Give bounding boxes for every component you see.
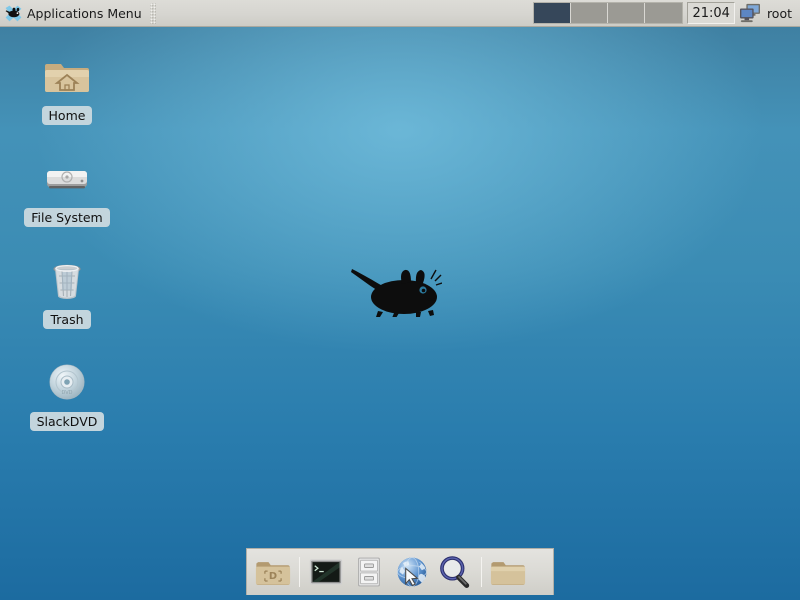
magnifier-search-icon bbox=[440, 556, 470, 588]
globe-browser-icon bbox=[397, 557, 427, 587]
desktop-icon-label: SlackDVD bbox=[29, 412, 105, 431]
xfce-mouse-wallpaper-logo bbox=[351, 269, 442, 317]
workspace-2[interactable] bbox=[571, 3, 609, 23]
dock-item-folder[interactable] bbox=[488, 552, 528, 592]
dock-item-web-browser[interactable] bbox=[392, 552, 432, 592]
dock-separator-icon bbox=[299, 557, 300, 587]
dock-item-terminal[interactable] bbox=[306, 552, 346, 592]
desktop-icon-label: Trash bbox=[43, 310, 91, 329]
desktop-icon-home[interactable]: Home bbox=[12, 52, 122, 125]
applications-menu-label: Applications Menu bbox=[27, 5, 142, 21]
trash-can-icon bbox=[43, 256, 91, 304]
home-folder-icon bbox=[43, 52, 91, 100]
desktop-icon-label: File System bbox=[24, 208, 110, 227]
svg-text:D: D bbox=[269, 571, 277, 582]
bottom-dock-panel: D bbox=[246, 548, 554, 595]
desktop-icon-file-system[interactable]: File System bbox=[12, 154, 122, 227]
top-panel: Applications Menu 21:04 root bbox=[0, 0, 800, 27]
dock-item-file-manager[interactable] bbox=[349, 552, 389, 592]
hard-drive-icon bbox=[43, 154, 91, 202]
workspace-3[interactable] bbox=[608, 3, 646, 23]
clock-time: 21:04 bbox=[692, 5, 730, 21]
file-cabinet-icon bbox=[358, 557, 380, 587]
desktop-icon-trash[interactable]: Trash bbox=[12, 256, 122, 329]
clock[interactable]: 21:04 bbox=[687, 2, 735, 24]
dock-item-find-files[interactable] bbox=[435, 552, 475, 592]
workspace-4[interactable] bbox=[645, 3, 683, 23]
dock-separator-icon bbox=[481, 557, 482, 587]
applications-menu-button[interactable]: Applications Menu bbox=[0, 1, 148, 26]
panel-drag-handle-icon[interactable] bbox=[149, 2, 156, 24]
workspace-switcher[interactable] bbox=[533, 2, 684, 24]
workspace-1[interactable] bbox=[534, 3, 572, 23]
xfce-mouse-icon bbox=[5, 5, 22, 21]
desktop-icon-slackdvd[interactable]: DVD SlackDVD bbox=[12, 358, 122, 431]
optical-disc-icon: DVD bbox=[43, 358, 91, 406]
username-label: root bbox=[766, 5, 792, 21]
svg-text:DVD: DVD bbox=[61, 390, 72, 396]
dock-item-show-desktop[interactable]: D bbox=[253, 552, 293, 592]
show-desktop-folder-icon: D bbox=[255, 562, 291, 586]
plain-folder-icon bbox=[490, 562, 526, 586]
user-action-area[interactable]: root bbox=[739, 3, 800, 23]
monitor-switch-user-icon[interactable] bbox=[739, 3, 761, 23]
desktop-icon-label: Home bbox=[41, 106, 93, 125]
terminal-icon bbox=[309, 559, 343, 585]
